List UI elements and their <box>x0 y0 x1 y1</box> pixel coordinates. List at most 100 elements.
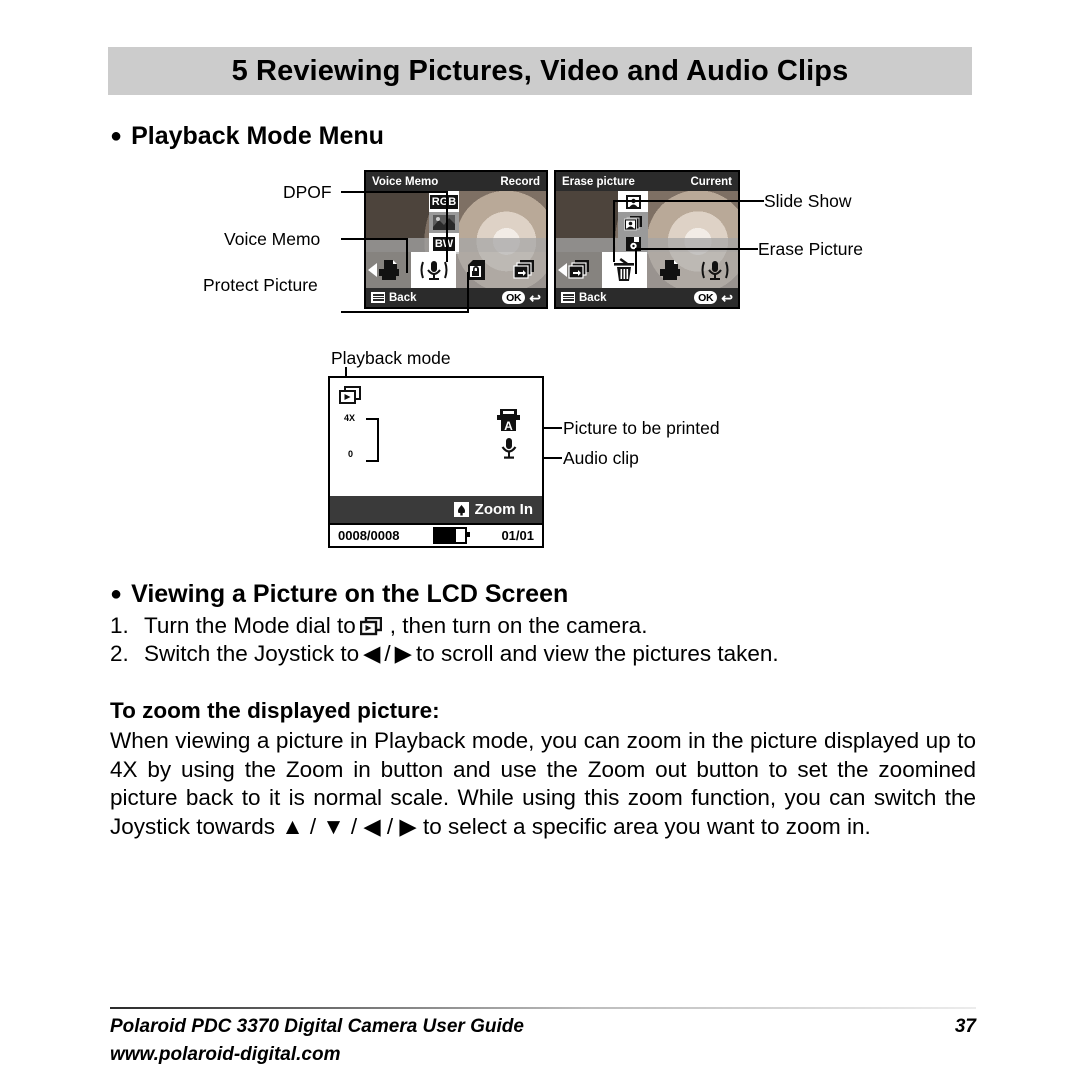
playback-mode-icon <box>359 616 386 642</box>
lcd-back-label: Back <box>389 291 417 304</box>
bullet-icon: ● <box>110 125 123 147</box>
step-1: 1. Turn the Mode dial to , then turn on th… <box>110 613 647 642</box>
zoom-up-badge-icon <box>453 502 469 517</box>
frame-counter: 0008/0008 <box>338 528 400 543</box>
lcd-status-voice-memo: Record <box>500 175 540 188</box>
zoom-scale-bracket <box>366 418 379 462</box>
step-2-separator: / <box>384 641 391 666</box>
lcd-screen-voice-memo: Voice Memo Record RGB BW Back OK ↩ <box>364 170 548 309</box>
left-arrow-icon <box>368 263 377 277</box>
left-arrow-icon: ◀ <box>363 641 381 666</box>
lcd-title-erase-picture: Erase picture <box>562 175 635 188</box>
folder-counter: 01/01 <box>501 528 534 543</box>
submenu-option-memory-card[interactable] <box>618 233 648 254</box>
ok-badge-label: OK <box>502 291 526 304</box>
submenu-option-bw[interactable]: BW <box>429 233 459 254</box>
lcd-icon-strip-voice-memo <box>366 252 546 288</box>
lcd-status-erase-picture: Current <box>690 175 732 188</box>
callout-label-dpof: DPOF <box>283 182 332 202</box>
lcd-titlebar-voice-memo: Voice Memo Record <box>366 172 546 191</box>
lcd-title-voice-memo: Voice Memo <box>372 175 439 188</box>
lcd-screen-playback-mode: 4X 0 A Zoom In 0008/0008 01/01 <box>328 376 544 548</box>
left-arrow-icon <box>558 263 567 277</box>
right-arrow-icon: ▶ <box>394 641 412 666</box>
playback-mode-icon <box>339 386 361 410</box>
callout-label-playback-mode: Playback mode <box>331 348 451 368</box>
svg-text:A: A <box>504 419 513 433</box>
lcd-playback-body: 4X 0 A <box>330 378 542 496</box>
lcd-icon-cell-voice-memo[interactable] <box>411 252 456 288</box>
step-1-number: 1. <box>110 613 129 638</box>
subheading-zoom-displayed-picture: To zoom the displayed picture: <box>110 698 440 723</box>
lcd-icon-strip-erase <box>556 252 738 288</box>
footer-product-line: Polaroid PDC 3370 Digital Camera User Gu… <box>110 1016 524 1037</box>
callout-label-protect-picture: Protect Picture <box>203 275 318 295</box>
step-2: 2. Switch the Joystick to ◀ / ▶ to scroll and… <box>110 641 779 667</box>
enter-arrow-icon: ↩ <box>529 289 541 306</box>
callout-line <box>341 311 469 313</box>
lcd-status-bar: 0008/0008 01/01 <box>330 523 542 546</box>
lcd-back-control[interactable]: Back <box>371 292 417 304</box>
submenu-erase-scope <box>618 191 648 254</box>
step-1-text-after: , then turn on the camera. <box>389 613 648 638</box>
submenu-option-sepia[interactable] <box>429 212 459 233</box>
lcd-zoom-bar-label: Zoom In <box>474 501 533 518</box>
lcd-icon-cell-erase[interactable] <box>601 252 647 288</box>
submenu-option-single-picture[interactable] <box>618 191 648 212</box>
step-2-number: 2. <box>110 641 129 666</box>
menu-icon <box>371 292 385 303</box>
single-picture-icon <box>625 194 641 209</box>
lcd-icon-cell-slideshow[interactable] <box>556 252 602 288</box>
footer-website: www.polaroid-digital.com <box>110 1044 341 1065</box>
microphone-icon <box>500 437 518 466</box>
submenu-color-mode: RGB BW <box>429 191 459 254</box>
step-2-text-before: Switch the Joystick to <box>144 641 360 666</box>
zoom-scale-max-label: 4X <box>344 413 356 423</box>
lcd-back-label: Back <box>579 291 607 304</box>
sepia-swatch-icon <box>433 215 455 230</box>
lcd-icon-cell-slideshow[interactable] <box>501 252 546 288</box>
printer-icon <box>378 260 399 280</box>
page-number: 37 <box>954 1016 976 1037</box>
callout-line <box>741 248 758 250</box>
submenu-option-all-pictures[interactable] <box>618 212 648 233</box>
step-2-text-after: to scroll and view the pictures taken. <box>415 641 779 666</box>
callout-label-audio-clip: Audio clip <box>563 448 639 468</box>
footer-divider <box>110 1007 976 1009</box>
lcd-titlebar-erase-picture: Erase picture Current <box>556 172 738 191</box>
lcd-ok-control[interactable]: OK ↩ <box>694 291 733 305</box>
lock-icon <box>467 260 485 280</box>
callout-label-picture-to-be-printed: Picture to be printed <box>563 418 720 438</box>
callout-line <box>747 200 764 202</box>
paragraph-zoom-instructions: When viewing a picture in Playback mode,… <box>110 727 976 841</box>
trash-icon <box>614 258 635 281</box>
manual-page: 5 Reviewing Pictures, Video and Audio Cl… <box>0 0 1080 1080</box>
lcd-bottombar-voice-memo: Back OK ↩ <box>366 288 546 307</box>
step-1-text-before: Turn the Mode dial to <box>144 613 356 638</box>
lcd-ok-control[interactable]: OK ↩ <box>502 291 541 305</box>
section-heading-label: Playback Mode Menu <box>131 122 384 150</box>
lcd-icon-cell-protect[interactable] <box>456 252 501 288</box>
section-heading-viewing-picture: ● Viewing a Picture on the LCD Screen <box>110 580 568 609</box>
section-heading-playback-mode-menu: ● Playback Mode Menu <box>110 122 384 151</box>
callout-label-erase-picture: Erase Picture <box>758 239 864 259</box>
lcd-icon-cell-dpof[interactable] <box>366 252 411 288</box>
lcd-back-control[interactable]: Back <box>561 292 607 304</box>
print-auto-icon: A <box>496 408 521 438</box>
chapter-band: 5 Reviewing Pictures, Video and Audio Cl… <box>108 47 972 95</box>
multi-picture-icon <box>623 215 642 230</box>
lcd-zoom-bar: Zoom In <box>330 496 542 523</box>
section-heading-label: Viewing a Picture on the LCD Screen <box>131 580 569 608</box>
submenu-option-rgb[interactable]: RGB <box>429 191 459 212</box>
lcd-bottombar-erase: Back OK ↩ <box>556 288 738 307</box>
page-title: 5 Reviewing Pictures, Video and Audio Cl… <box>231 54 849 87</box>
paragraph-part-2: to select a specific area you want to zo… <box>423 813 871 839</box>
lcd-icon-cell-dpof[interactable] <box>647 252 693 288</box>
bullet-icon: ● <box>110 583 123 605</box>
slideshow-icon <box>568 260 589 279</box>
printer-icon <box>659 260 680 280</box>
menu-icon <box>561 292 575 303</box>
callout-label-voice-memo: Voice Memo <box>224 229 321 249</box>
lcd-icon-cell-voice-memo[interactable] <box>692 252 738 288</box>
zoom-scale-min-label: 0 <box>348 449 354 459</box>
